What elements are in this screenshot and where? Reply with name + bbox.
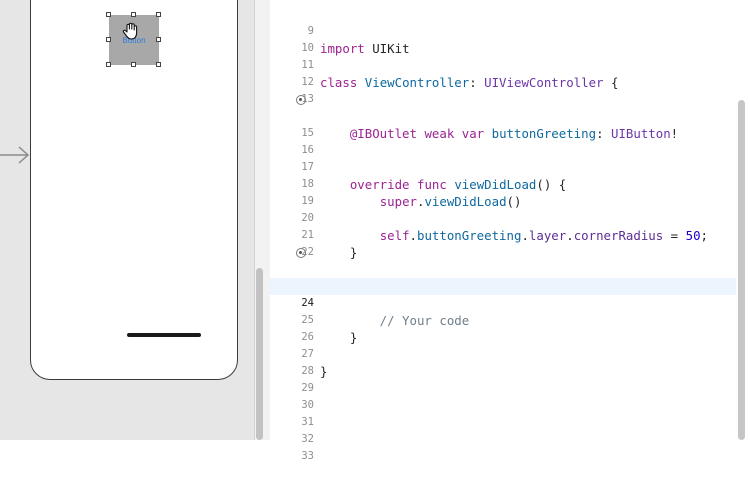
- line-number: 33: [301, 450, 314, 462]
- code-line-20[interactable]: 20 self.buttonGreeting.layer.cornerRadiu…: [270, 193, 736, 243]
- code-line-11[interactable]: 11 class ViewController: UIViewControlle…: [270, 40, 736, 90]
- canvas-scrollbar[interactable]: [256, 268, 263, 440]
- code-line-25[interactable]: 25 }: [270, 295, 736, 345]
- code-line-21[interactable]: 21 }: [270, 210, 736, 260]
- resize-handle[interactable]: [131, 62, 136, 67]
- segue-arrow-icon: [0, 146, 30, 164]
- code-line-27[interactable]: 27 }: [270, 329, 736, 379]
- code-line-14[interactable]: @IBOutlet weak var buttonGreeting: UIBut…: [270, 91, 736, 141]
- resize-handle[interactable]: [106, 37, 111, 42]
- code-line-19[interactable]: 19: [270, 176, 736, 207]
- code-line-17[interactable]: 17 override func viewDidLoad() {: [270, 142, 736, 192]
- resize-handle[interactable]: [131, 12, 136, 17]
- breakpoint-connection-icon[interactable]: [296, 248, 306, 258]
- code-line-15[interactable]: 15: [270, 108, 736, 139]
- home-indicator: [127, 333, 201, 337]
- code-line-32[interactable]: 32: [270, 414, 736, 445]
- code-line-26[interactable]: 26: [270, 312, 736, 343]
- resize-handle[interactable]: [156, 37, 161, 42]
- editor-scrollbar[interactable]: [738, 100, 745, 440]
- resize-handle[interactable]: [106, 12, 111, 17]
- code-line-29[interactable]: 29: [270, 363, 736, 394]
- code-line-28[interactable]: 28: [270, 346, 736, 377]
- code-editor[interactable]: 9 import UIKit 10 11 class ViewControlle…: [270, 0, 750, 462]
- interface-builder-canvas[interactable]: Button: [0, 0, 254, 440]
- resize-handle[interactable]: [156, 12, 161, 17]
- code-line-23[interactable]: @IBAction func buttonGreetingTouchUpInsi…: [270, 244, 736, 294]
- code-line-30[interactable]: 30: [270, 380, 736, 411]
- code-line-13[interactable]: 13: [270, 74, 736, 105]
- code-line-18[interactable]: 18 super.viewDidLoad(): [270, 159, 736, 209]
- hand-cursor-icon: [122, 22, 138, 40]
- code-line-10[interactable]: 10: [270, 23, 736, 54]
- code-line-23-wrap[interactable]: sender: Any) {: [270, 261, 736, 294]
- resize-handle[interactable]: [106, 62, 111, 67]
- code-line-12[interactable]: 12: [270, 57, 736, 88]
- resize-handle[interactable]: [156, 62, 161, 67]
- code-line-31[interactable]: 31: [270, 397, 736, 428]
- code-line-9[interactable]: 9 import UIKit: [270, 6, 736, 56]
- code-line-24[interactable]: 24 // Your code: [270, 278, 736, 328]
- code-line-22[interactable]: 22: [270, 227, 736, 258]
- breakpoint-connection-icon[interactable]: [296, 95, 306, 105]
- code-line-16[interactable]: 16: [270, 125, 736, 156]
